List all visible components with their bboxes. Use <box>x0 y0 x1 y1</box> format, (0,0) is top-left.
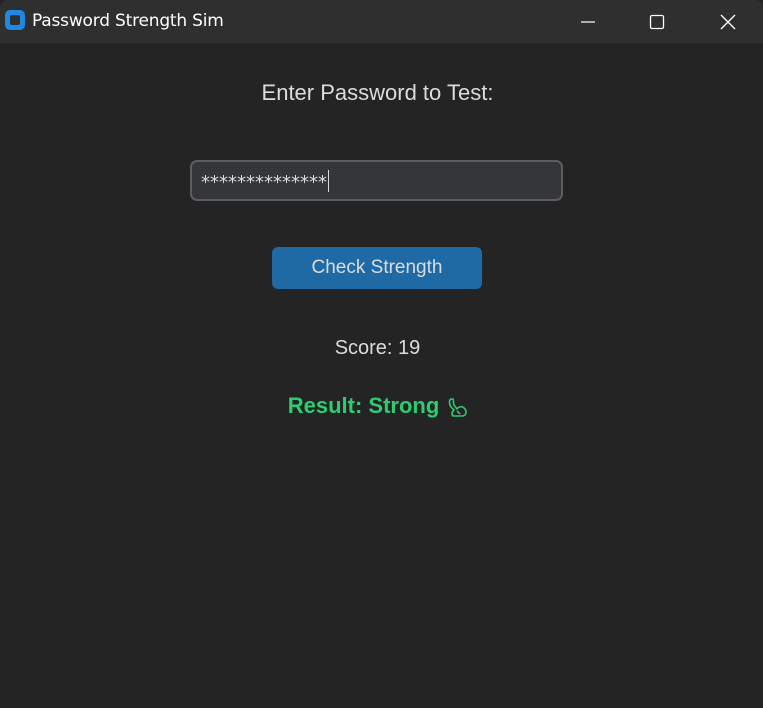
app-window: Password Strength Sim Enter Password to … <box>0 0 763 708</box>
score-label: Score: 19 <box>334 337 421 359</box>
text-caret <box>328 170 329 192</box>
close-icon <box>720 14 736 29</box>
title-bar[interactable]: Password Strength Sim <box>0 0 763 43</box>
close-button[interactable] <box>705 0 751 43</box>
app-icon <box>5 10 25 30</box>
window-title: Password Strength Sim <box>32 11 224 31</box>
password-value: ************** <box>201 172 327 193</box>
result-row: Result: Strong <box>0 393 755 419</box>
minimize-icon <box>581 20 595 23</box>
password-prompt-label: Enter Password to Test: <box>261 80 494 105</box>
minimize-button[interactable] <box>565 0 611 43</box>
check-strength-button[interactable]: Check Strength <box>272 247 482 289</box>
maximize-icon <box>649 14 665 29</box>
flexed-arm-icon <box>448 398 468 417</box>
password-input[interactable]: ************** <box>190 160 563 201</box>
check-strength-label: Check Strength <box>311 257 443 278</box>
result-label: Result: Strong <box>287 393 440 418</box>
maximize-button[interactable] <box>634 0 680 43</box>
